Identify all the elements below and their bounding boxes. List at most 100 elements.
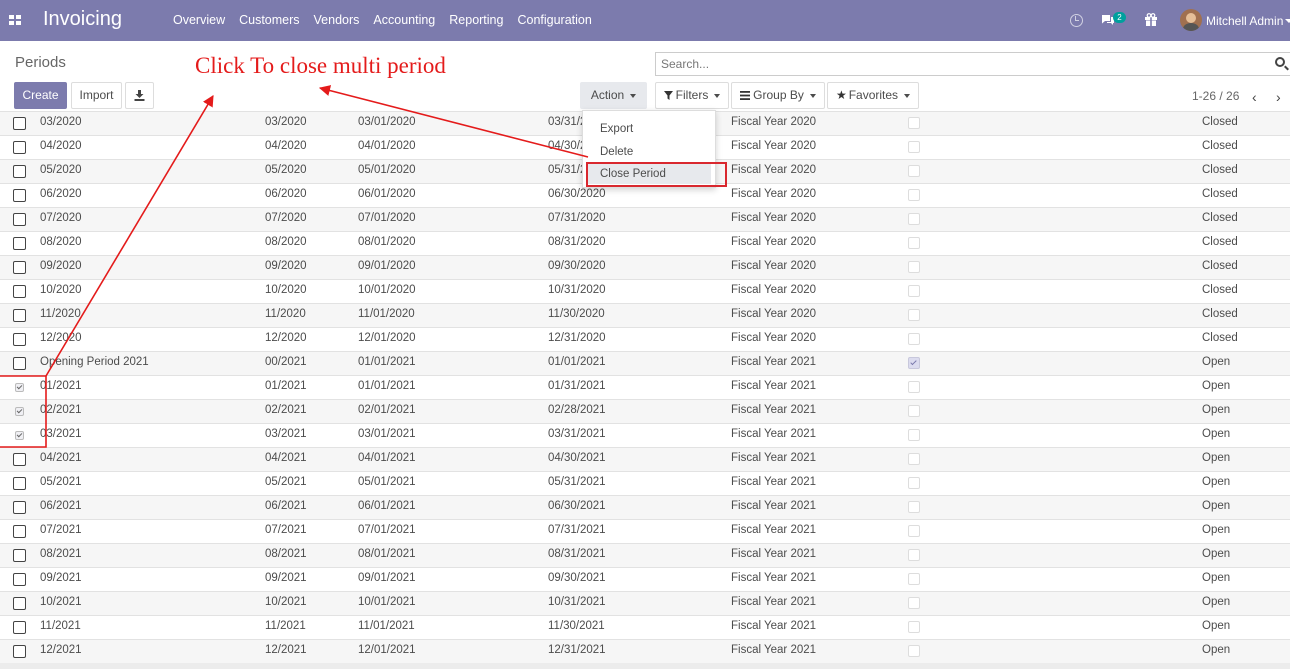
app-name: Invoicing [43, 8, 122, 30]
opening-period-checkbox [908, 141, 920, 153]
table-row[interactable]: 12/2021 12/2021 12/01/2021 12/31/2021 Fiscal… [0, 639, 1290, 663]
pager-next-icon[interactable]: › [1276, 89, 1281, 105]
row-select-checkbox[interactable] [13, 141, 26, 154]
opening-period-checkbox [908, 405, 920, 417]
table-row[interactable]: 09/2020 09/2020 09/01/2020 09/30/2020 Fiscal… [0, 255, 1290, 279]
search-icon[interactable] [1275, 57, 1285, 67]
row-select-checkbox[interactable] [13, 117, 26, 130]
fiscal-year-cell: Fiscal Year 2020 [731, 332, 817, 344]
activity-clock-icon[interactable] [1070, 14, 1083, 27]
fiscal-year-cell: Fiscal Year 2020 [731, 188, 817, 200]
row-select-checkbox[interactable] [13, 477, 26, 490]
table-row[interactable]: 11/2020 11/2020 11/01/2020 11/30/2020 Fiscal… [0, 303, 1290, 327]
period-name-cell: 09/2020 [40, 260, 82, 272]
row-select-checkbox[interactable] [13, 525, 26, 538]
menu-item-delete[interactable]: Delete [583, 142, 715, 162]
chat-count-badge: 2 [1113, 12, 1126, 23]
menu-item-close-period[interactable]: Close Period [587, 164, 711, 184]
table-row[interactable]: 05/2021 05/2021 05/01/2021 05/31/2021 Fiscal… [0, 471, 1290, 495]
search-input[interactable] [656, 53, 1256, 75]
favorites-label: Favorites [848, 88, 899, 102]
table-row[interactable]: 10/2020 10/2020 10/01/2020 10/31/2020 Fiscal… [0, 279, 1290, 303]
table-row[interactable]: 04/2021 04/2021 04/01/2021 04/30/2021 Fiscal… [0, 447, 1290, 471]
download-button[interactable] [125, 82, 154, 109]
fiscal-year-cell: Fiscal Year 2021 [731, 452, 817, 464]
table-row[interactable]: Opening Period 2021 00/2021 01/01/2021 01/0… [0, 351, 1290, 375]
opening-period-checkbox [908, 357, 920, 369]
row-select-checkbox[interactable] [13, 261, 26, 274]
fiscal-year-cell: Fiscal Year 2021 [731, 380, 817, 392]
table-row[interactable]: 09/2021 09/2021 09/01/2021 09/30/2021 Fiscal… [0, 567, 1290, 591]
annotation-text: Click To close multi period [195, 53, 446, 78]
table-row[interactable]: 08/2020 08/2020 08/01/2020 08/31/2020 Fiscal… [0, 231, 1290, 255]
table-row[interactable]: 10/2021 10/2021 10/01/2021 10/31/2021 Fiscal… [0, 591, 1290, 615]
period-name-cell: 05/2020 [40, 164, 82, 176]
row-select-checkbox[interactable] [15, 383, 24, 392]
pager-value[interactable]: 1-26 / 26 [1192, 89, 1239, 103]
menu-vendors[interactable]: Vendors [307, 0, 367, 41]
filters-button[interactable]: Filters [655, 82, 729, 109]
start-date-cell: 11/01/2020 [358, 308, 415, 320]
row-select-checkbox[interactable] [13, 549, 26, 562]
table-row[interactable]: 06/2021 06/2021 06/01/2021 06/30/2021 Fiscal… [0, 495, 1290, 519]
row-select-checkbox[interactable] [13, 165, 26, 178]
end-date-cell: 11/30/2020 [548, 308, 605, 320]
menu-reporting[interactable]: Reporting [442, 0, 510, 41]
apps-menu-icon[interactable] [9, 15, 21, 26]
caret-down-icon [904, 93, 911, 98]
table-row[interactable]: 07/2021 07/2021 07/01/2021 07/31/2021 Fiscal… [0, 519, 1290, 543]
table-row[interactable]: 01/2021 01/2021 01/01/2021 01/31/2021 Fiscal… [0, 375, 1290, 399]
menu-customers[interactable]: Customers [232, 0, 306, 41]
period-name-cell: 12/2020 [40, 332, 82, 344]
period-name-cell: 07/2020 [40, 212, 82, 224]
user-name[interactable]: Mitchell Admin [1206, 14, 1283, 28]
row-select-checkbox[interactable] [13, 621, 26, 634]
table-row[interactable]: 02/2021 02/2021 02/01/2021 02/28/2021 Fiscal… [0, 399, 1290, 423]
row-select-checkbox[interactable] [13, 573, 26, 586]
import-button[interactable]: Import [71, 82, 122, 109]
row-select-checkbox[interactable] [13, 645, 26, 658]
menu-configuration[interactable]: Configuration [510, 0, 598, 41]
user-avatar[interactable] [1180, 9, 1202, 31]
horizontal-scrollbar[interactable] [0, 663, 1290, 669]
menu-accounting[interactable]: Accounting [366, 0, 442, 41]
period-code-cell: 01/2021 [265, 380, 307, 392]
row-select-checkbox[interactable] [13, 357, 26, 370]
row-select-checkbox[interactable] [13, 285, 26, 298]
row-select-checkbox[interactable] [13, 501, 26, 514]
row-select-checkbox[interactable] [13, 453, 26, 466]
row-select-checkbox[interactable] [13, 333, 26, 346]
row-select-checkbox[interactable] [15, 407, 24, 416]
opening-period-checkbox [908, 237, 920, 249]
start-date-cell: 02/01/2021 [358, 404, 416, 416]
menu-item-export[interactable]: Export [583, 119, 715, 139]
start-date-cell: 09/01/2020 [358, 260, 416, 272]
status-cell: Closed [1202, 140, 1238, 152]
chevron-down-icon[interactable] [1285, 19, 1290, 23]
menu-overview[interactable]: Overview [166, 0, 232, 41]
action-button[interactable]: Action [580, 82, 647, 109]
favorites-button[interactable]: ★ Favorites [827, 82, 919, 109]
row-select-checkbox[interactable] [15, 431, 24, 440]
opening-period-checkbox [908, 261, 920, 273]
row-select-checkbox[interactable] [13, 309, 26, 322]
group-by-button[interactable]: Group By [731, 82, 825, 109]
row-select-checkbox[interactable] [13, 237, 26, 250]
start-date-cell: 11/01/2021 [358, 620, 415, 632]
pager-previous-icon[interactable]: ‹ [1252, 89, 1257, 105]
row-select-checkbox[interactable] [13, 597, 26, 610]
row-select-checkbox[interactable] [13, 213, 26, 226]
create-button[interactable]: Create [14, 82, 67, 109]
table-row[interactable]: 03/2021 03/2021 03/01/2021 03/31/2021 Fiscal… [0, 423, 1290, 447]
search-bar[interactable] [655, 52, 1290, 76]
table-row[interactable]: 08/2021 08/2021 08/01/2021 08/31/2021 Fiscal… [0, 543, 1290, 567]
row-select-checkbox[interactable] [13, 189, 26, 202]
start-date-cell: 12/01/2021 [358, 644, 416, 656]
start-date-cell: 08/01/2021 [358, 548, 416, 560]
table-row[interactable]: 07/2020 07/2020 07/01/2020 07/31/2020 Fiscal… [0, 207, 1290, 231]
table-row[interactable]: 11/2021 11/2021 11/01/2021 11/30/2021 Fiscal… [0, 615, 1290, 639]
start-date-cell: 12/01/2020 [358, 332, 416, 344]
table-row[interactable]: 12/2020 12/2020 12/01/2020 12/31/2020 Fiscal… [0, 327, 1290, 351]
period-code-cell: 11/2021 [265, 620, 306, 632]
gift-icon[interactable] [1145, 13, 1157, 26]
